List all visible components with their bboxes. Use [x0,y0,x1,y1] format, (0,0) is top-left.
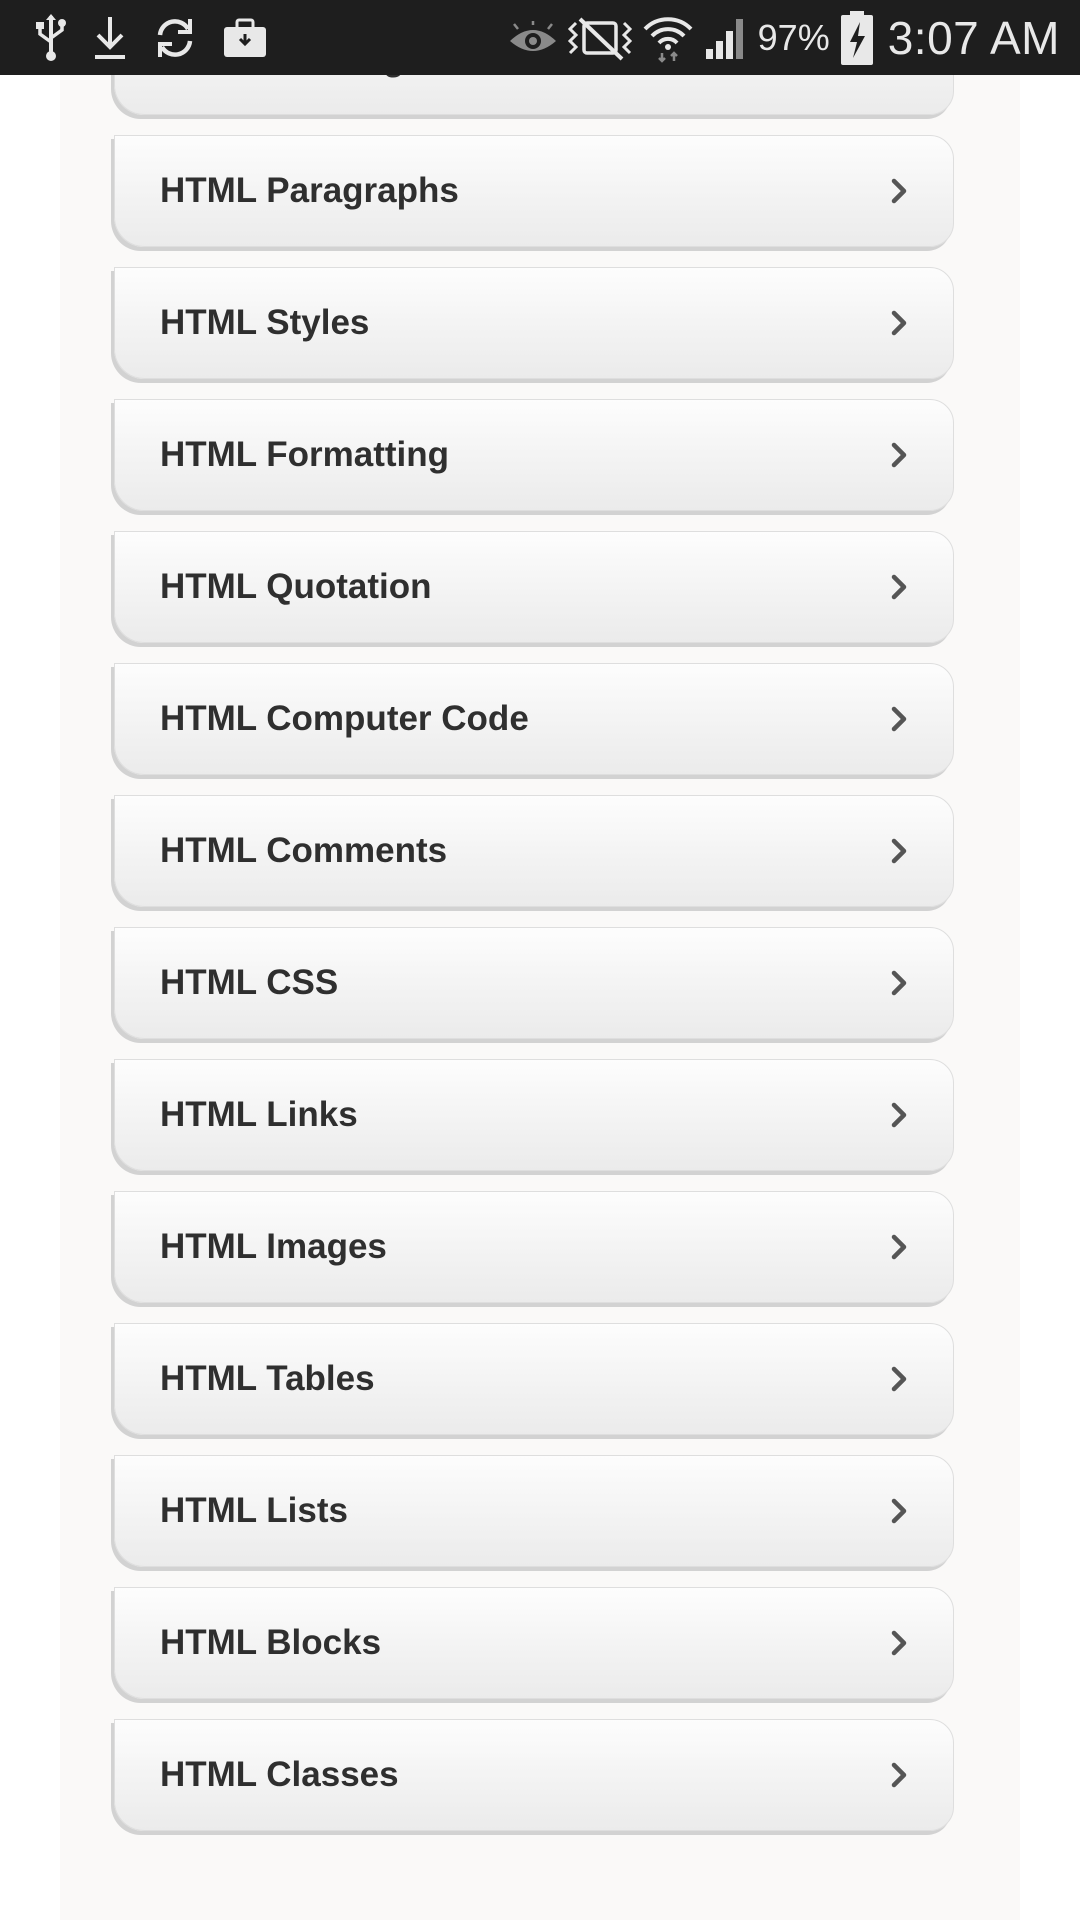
chevron-right-icon [889,837,911,865]
list-item[interactable]: HTML Blocks [114,1587,954,1699]
list-item[interactable]: HTML Computer Code [114,663,954,775]
list-item[interactable]: HTML CSS [114,927,954,1039]
list-item[interactable]: HTML Images [114,1191,954,1303]
chevron-right-icon [889,177,911,205]
chevron-right-icon [889,1233,911,1261]
list-item[interactable]: HTML Links [114,1059,954,1171]
battery-percent: 97% [757,16,830,58]
vibrate-icon [567,0,632,75]
chevron-right-icon [889,1629,911,1657]
page: HTML Headings HTML Paragraphs HTML Style… [0,75,1080,1920]
briefcase-icon [222,0,268,75]
list-item-label: HTML Paragraphs [160,171,459,210]
chevron-right-icon [889,1101,911,1129]
list-item[interactable]: HTML Quotation [114,531,954,643]
list-item-label: HTML Formatting [160,435,450,474]
battery-charging-icon [840,0,874,75]
usb-icon [34,0,68,75]
signal-icon [704,0,750,75]
clock: 3:07 AM [887,11,1060,64]
chevron-right-icon [889,705,911,733]
list-item[interactable]: HTML Styles [114,267,954,379]
list-item[interactable]: HTML Lists [114,1455,954,1567]
eye-icon [508,0,558,75]
chevron-right-icon [889,1497,911,1525]
list-item-label: HTML Lists [160,1491,348,1530]
status-bar: 97% 3:07 AM [0,0,1080,75]
topic-list: HTML Headings HTML Paragraphs HTML Style… [114,75,954,1851]
download-icon [92,0,128,75]
list-item-label: HTML Tables [160,1359,375,1398]
list-item-label: HTML Quotation [160,567,432,606]
list-item[interactable]: HTML Paragraphs [114,135,954,247]
chevron-right-icon [889,1365,911,1393]
status-bar-right: 97% 3:07 AM [498,0,1060,75]
list-item-label: HTML Classes [160,1755,399,1794]
list-item[interactable]: HTML Formatting [114,399,954,511]
list-item-label: HTML Comments [160,831,448,870]
list-item-label: HTML Computer Code [160,699,529,738]
chevron-right-icon [889,969,911,997]
chevron-right-icon [889,573,911,601]
list-item-label: HTML Styles [160,303,370,342]
wifi-icon [642,0,694,75]
chevron-right-icon [889,309,911,337]
chevron-right-icon [889,441,911,469]
list-item-label: HTML Links [160,1095,358,1134]
chevron-right-icon [889,1761,911,1789]
list-item[interactable]: HTML Headings [114,75,954,115]
list-item-label: HTML Images [160,1227,387,1266]
sync-icon [152,0,198,75]
list-item[interactable]: HTML Tables [114,1323,954,1435]
list-item[interactable]: HTML Comments [114,795,954,907]
status-bar-left [34,0,292,75]
list-item-label: HTML Blocks [160,1623,382,1662]
list-item-label: HTML Headings [160,75,424,79]
list-item[interactable]: HTML Classes [114,1719,954,1831]
list-item-label: HTML CSS [160,963,339,1002]
